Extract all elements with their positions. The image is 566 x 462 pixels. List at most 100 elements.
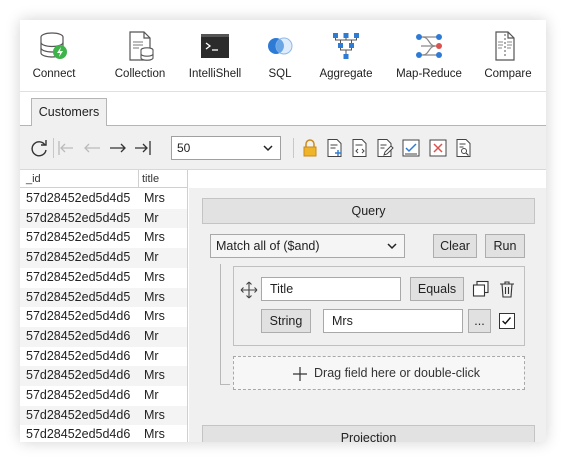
move-icon[interactable] xyxy=(240,281,258,299)
table-row[interactable]: 57d28452ed5d4d6 Mrs xyxy=(20,366,187,386)
clear-button[interactable]: Clear xyxy=(433,234,477,258)
run-label: Run xyxy=(493,239,517,253)
cell-id[interactable]: 57d28452ed5d4d6 xyxy=(26,388,138,402)
operator-button[interactable]: Equals xyxy=(410,277,464,301)
condition-enabled-checkbox[interactable] xyxy=(499,313,515,329)
cell-title[interactable]: Mr xyxy=(144,349,159,363)
connect-icon xyxy=(40,32,67,59)
table-row[interactable]: 57d28452ed5d4d6 Mr xyxy=(20,326,187,347)
delete-document-button[interactable] xyxy=(428,138,448,158)
table-row[interactable]: 57d28452ed5d4d5 Mrs xyxy=(20,287,187,308)
cell-title[interactable]: Mr xyxy=(144,329,159,343)
refresh-button[interactable] xyxy=(29,138,49,158)
cell-title[interactable]: Mrs xyxy=(144,290,165,304)
cell-title[interactable]: Mrs xyxy=(144,270,165,284)
delete-icon[interactable] xyxy=(498,280,516,298)
tab-customers[interactable]: Customers xyxy=(31,98,107,127)
toolbar-separator xyxy=(293,138,294,158)
cell-id[interactable]: 57d28452ed5d4d6 xyxy=(26,329,138,343)
first-page-button[interactable] xyxy=(56,138,76,158)
cell-id[interactable]: 57d28452ed5d4d6 xyxy=(26,368,138,382)
cell-title[interactable]: Mrs xyxy=(144,191,165,205)
condition-field-input[interactable]: Title xyxy=(261,277,401,301)
add-document-button[interactable] xyxy=(325,138,345,158)
toolbar-separator xyxy=(53,138,54,158)
aggregate-label: Aggregate xyxy=(319,68,373,80)
prev-page-button[interactable] xyxy=(82,138,102,158)
intellishell-button[interactable]: IntelliShell xyxy=(186,28,244,86)
match-mode-select[interactable]: Match all of ($and) xyxy=(210,234,405,258)
result-grid[interactable]: _id title 57d28452ed5d4d5 Mrs 57d28452ed5d… xyxy=(20,170,188,442)
cell-title[interactable]: Mrs xyxy=(144,309,165,323)
prev-page-icon xyxy=(84,143,100,153)
connect-button[interactable]: Connect xyxy=(28,28,80,86)
condition-field-value: Title xyxy=(270,282,294,296)
map-reduce-label: Map-Reduce xyxy=(396,68,462,80)
cell-id[interactable]: 57d28452ed5d4d6 xyxy=(26,349,138,363)
cell-id[interactable]: 57d28452ed5d4d5 xyxy=(26,270,138,284)
aggregate-button[interactable]: Aggregate xyxy=(316,28,376,86)
aggregate-icon xyxy=(333,33,359,59)
field-drop-zone[interactable]: Drag field here or double-click xyxy=(233,356,525,390)
cell-title[interactable]: Mrs xyxy=(144,408,165,422)
condition-value-input[interactable]: Mrs xyxy=(323,309,463,333)
tab-label: Customers xyxy=(38,105,100,119)
query-section-header[interactable]: Query xyxy=(202,198,535,224)
column-divider[interactable] xyxy=(138,170,139,188)
table-row[interactable]: 57d28452ed5d4d5 Mr xyxy=(20,208,187,229)
view-json-icon xyxy=(352,139,367,157)
delete-document-icon xyxy=(429,139,447,157)
connect-label: Connect xyxy=(32,68,76,80)
table-row[interactable]: 57d28452ed5d4d6 Mrs xyxy=(20,405,187,426)
cell-id[interactable]: 57d28452ed5d4d5 xyxy=(26,191,138,205)
column-header-title[interactable]: title xyxy=(142,173,159,185)
table-row[interactable]: 57d28452ed5d4d5 Mrs xyxy=(20,268,187,288)
last-page-button[interactable] xyxy=(133,138,153,158)
validate-button[interactable] xyxy=(401,138,421,158)
table-row[interactable]: 57d28452ed5d4d5 Mr xyxy=(20,248,187,268)
sql-button[interactable]: SQL xyxy=(258,28,302,86)
cell-id[interactable]: 57d28452ed5d4d5 xyxy=(26,211,138,225)
copy-icon[interactable] xyxy=(472,280,490,298)
column-header-id[interactable]: _id xyxy=(26,173,41,185)
table-row[interactable]: 57d28452ed5d4d6 Mrs xyxy=(20,425,187,442)
table-row[interactable]: 57d28452ed5d4d6 Mrs xyxy=(20,307,187,327)
compare-button[interactable]: Compare xyxy=(482,28,534,86)
match-mode-value: Match all of ($and) xyxy=(216,239,320,253)
table-row[interactable]: 57d28452ed5d4d5 Mrs xyxy=(20,228,187,248)
query-builder-panel: Query Match all of ($and) Clear Run Titl… xyxy=(189,188,546,442)
cell-title[interactable]: Mr xyxy=(144,388,159,402)
cell-id[interactable]: 57d28452ed5d4d6 xyxy=(26,427,138,441)
next-page-button[interactable] xyxy=(108,138,128,158)
more-options-button[interactable]: ... xyxy=(468,309,491,333)
edit-document-button[interactable] xyxy=(375,138,395,158)
view-json-button[interactable] xyxy=(350,138,370,158)
map-reduce-button[interactable]: Map-Reduce xyxy=(394,28,464,86)
page-size-value: 50 xyxy=(177,141,191,155)
refresh-icon xyxy=(31,140,47,157)
sql-icon xyxy=(268,37,293,55)
projection-section-header[interactable]: Projection xyxy=(202,425,535,442)
cell-title[interactable]: Mr xyxy=(144,211,159,225)
cell-id[interactable]: 57d28452ed5d4d6 xyxy=(26,408,138,422)
table-row[interactable]: 57d28452ed5d4d6 Mr xyxy=(20,347,187,367)
find-button[interactable] xyxy=(454,138,474,158)
page-size-select[interactable]: 50 xyxy=(171,136,281,160)
cell-title[interactable]: Mrs xyxy=(144,368,165,382)
type-button[interactable]: String xyxy=(261,309,311,333)
cell-id[interactable]: 57d28452ed5d4d6 xyxy=(26,309,138,323)
table-row[interactable]: 57d28452ed5d4d5 Mrs xyxy=(20,189,187,209)
cell-id[interactable]: 57d28452ed5d4d5 xyxy=(26,230,138,244)
cell-title[interactable]: Mrs xyxy=(144,427,165,441)
cell-id[interactable]: 57d28452ed5d4d5 xyxy=(26,290,138,304)
cell-id[interactable]: 57d28452ed5d4d5 xyxy=(26,250,138,264)
collection-button[interactable]: Collection xyxy=(110,28,170,86)
run-button[interactable]: Run xyxy=(485,234,525,258)
grid-header: _id title xyxy=(20,170,187,188)
cell-title[interactable]: Mr xyxy=(144,250,159,264)
type-label: String xyxy=(269,314,303,328)
table-row[interactable]: 57d28452ed5d4d6 Mr xyxy=(20,386,187,406)
check-icon xyxy=(502,317,512,325)
cell-title[interactable]: Mrs xyxy=(144,230,165,244)
lock-button[interactable] xyxy=(300,138,320,158)
